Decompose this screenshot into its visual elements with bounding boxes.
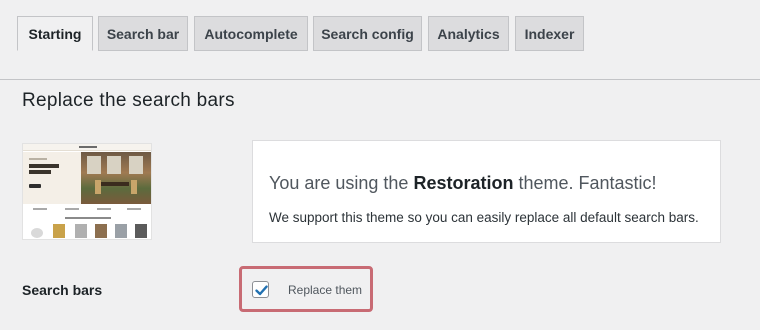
thumb-button xyxy=(29,184,41,188)
tab-label: Analytics xyxy=(437,25,500,42)
thumb-feature xyxy=(33,208,47,210)
thumb-line xyxy=(29,158,47,160)
tab-label: Search bar xyxy=(106,25,180,42)
tab-indexer[interactable]: Indexer xyxy=(515,16,584,51)
thumb-line xyxy=(29,170,51,174)
thumb-product xyxy=(53,224,65,238)
thumb-product xyxy=(95,224,107,238)
thumb-feature xyxy=(97,208,111,210)
thumb-product xyxy=(31,228,43,238)
thumb-table xyxy=(99,182,129,186)
notice-title: You are using the Restoration theme. Fan… xyxy=(269,173,657,194)
thumb-nav xyxy=(23,144,151,151)
theme-notice: You are using the Restoration theme. Fan… xyxy=(252,140,721,243)
tab-search-bar[interactable]: Search bar xyxy=(98,16,188,51)
notice-title-suffix: theme. Fantastic! xyxy=(513,173,657,193)
tab-autocomplete[interactable]: Autocomplete xyxy=(194,16,308,51)
tab-analytics[interactable]: Analytics xyxy=(428,16,509,51)
tab-label: Autocomplete xyxy=(204,25,298,42)
tab-label: Indexer xyxy=(524,25,575,42)
tab-starting[interactable]: Starting xyxy=(17,16,93,51)
thumb-window xyxy=(107,156,121,174)
thumb-feature xyxy=(65,208,79,210)
tab-label: Search config xyxy=(321,25,414,42)
section-title: Replace the search bars xyxy=(22,90,235,111)
thumb-line xyxy=(29,164,59,168)
thumb-feature xyxy=(127,208,141,210)
replace-them-label[interactable]: Replace them xyxy=(288,283,362,297)
notice-text: We support this theme so you can easily … xyxy=(269,210,699,225)
replace-search-bars-checkbox[interactable] xyxy=(252,281,269,298)
thumb-window xyxy=(129,156,143,174)
theme-name: Restoration xyxy=(413,173,514,193)
tab-label: Starting xyxy=(28,25,82,42)
thumb-features xyxy=(23,205,151,215)
thumb-category-title xyxy=(65,217,111,219)
thumb-window xyxy=(87,156,101,174)
thumb-product xyxy=(135,224,147,238)
thumb-hero-image xyxy=(81,152,151,204)
search-bars-label: Search bars xyxy=(22,282,103,298)
thumb-product xyxy=(115,224,127,238)
tab-search-config[interactable]: Search config xyxy=(313,16,422,51)
tabs-divider xyxy=(0,79,760,80)
thumb-chair xyxy=(95,180,101,194)
settings-tabs: Starting Search bar Autocomplete Search … xyxy=(0,0,760,80)
thumb-brand xyxy=(79,146,97,148)
checkmark-icon xyxy=(255,285,268,296)
notice-title-prefix: You are using the xyxy=(269,173,414,193)
thumb-chair xyxy=(131,180,137,194)
thumb-product xyxy=(75,224,87,238)
theme-screenshot xyxy=(22,143,152,240)
